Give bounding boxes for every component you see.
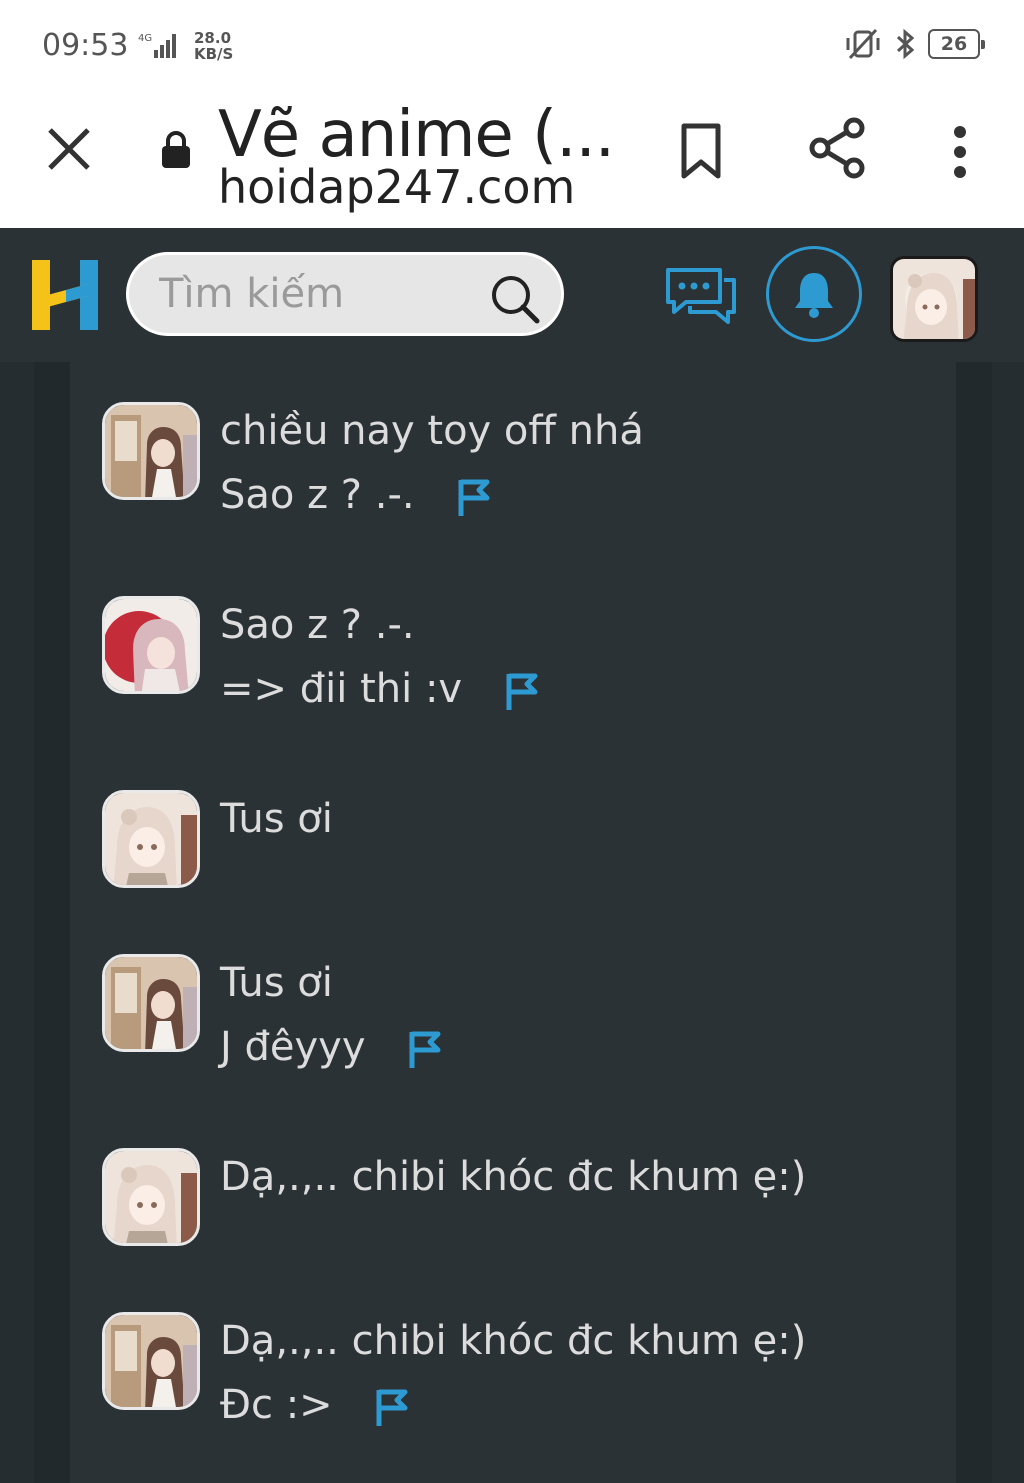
- avatar[interactable]: [102, 790, 200, 888]
- avatar-girl-light-icon: [893, 259, 975, 339]
- status-time: 09:53: [42, 28, 129, 63]
- avatar[interactable]: [102, 1148, 200, 1246]
- message-text: Dạ,.,.. chibi khóc đc khum ẹ:): [220, 1318, 807, 1364]
- status-bar: 09:53 4G 28.0 KB/S 26: [0, 0, 1024, 92]
- reply-line: J đêyyy: [220, 1024, 442, 1070]
- message-text: Sao z ? .-.: [220, 602, 415, 648]
- reply-line: => đii thi :v: [220, 666, 539, 712]
- battery-icon: 26: [928, 29, 985, 59]
- avatar-girl-light-icon: [105, 793, 197, 885]
- avatar[interactable]: [102, 1312, 200, 1410]
- site-logo-icon[interactable]: [30, 256, 100, 332]
- network-speed: 28.0 KB/S: [194, 30, 233, 62]
- avatar[interactable]: [102, 402, 200, 500]
- bookmark-icon[interactable]: [676, 122, 726, 180]
- flag-icon[interactable]: [373, 1386, 409, 1428]
- flag-icon[interactable]: [503, 670, 539, 712]
- message-text: Dạ,.,.. chibi khóc đc khum ẹ:): [220, 1154, 807, 1200]
- avatar-girl-red-icon: [105, 599, 197, 691]
- speed-unit: KB/S: [194, 45, 234, 63]
- message-text: Tus ơi: [220, 960, 333, 1006]
- bell-icon: [795, 273, 833, 318]
- share-icon[interactable]: [808, 116, 868, 180]
- search-icon[interactable]: [489, 273, 541, 325]
- more-options-icon[interactable]: [940, 122, 980, 182]
- profile-avatar[interactable]: [890, 256, 978, 342]
- avatar-girl-light-icon: [105, 1151, 197, 1243]
- reply-text: J đêyyy: [220, 1024, 366, 1070]
- status-right: 26: [842, 28, 985, 60]
- reply-text: => đii thi :v: [220, 666, 463, 712]
- notification-button[interactable]: [766, 246, 862, 342]
- battery-level: 26: [940, 33, 968, 55]
- avatar-girl-window-icon: [105, 1315, 197, 1407]
- content-panel: [70, 362, 956, 1483]
- flag-icon[interactable]: [406, 1028, 442, 1070]
- search-box[interactable]: [126, 252, 564, 336]
- message-text: chiều nay toy off nhá: [220, 408, 644, 454]
- signal-icon: 4G: [138, 30, 190, 60]
- reply-text: Đc :>: [220, 1382, 333, 1428]
- browser-toolbar: Vẽ anime (... hoidap247.com: [0, 92, 1024, 228]
- message-text: Tus ơi: [220, 796, 333, 842]
- page-url[interactable]: hoidap247.com: [218, 160, 575, 214]
- avatar[interactable]: [102, 954, 200, 1052]
- reply-line: Sao z ? .-.: [220, 472, 491, 518]
- close-icon[interactable]: [42, 122, 96, 176]
- reply-line: Đc :>: [220, 1382, 409, 1428]
- lock-icon: [162, 131, 190, 168]
- site-header: [0, 228, 1024, 362]
- avatar-girl-window-icon: [105, 405, 197, 497]
- avatar-girl-window-icon: [105, 957, 197, 1049]
- search-input[interactable]: [159, 269, 479, 319]
- avatar[interactable]: [102, 596, 200, 694]
- flag-icon[interactable]: [455, 476, 491, 518]
- network-type: 4G: [138, 33, 152, 44]
- bluetooth-icon: [896, 28, 915, 60]
- reply-text: Sao z ? .-.: [220, 472, 415, 518]
- chat-icon[interactable]: [664, 264, 738, 326]
- speed-value: 28.0: [194, 29, 232, 47]
- vibrate-icon: [846, 28, 880, 60]
